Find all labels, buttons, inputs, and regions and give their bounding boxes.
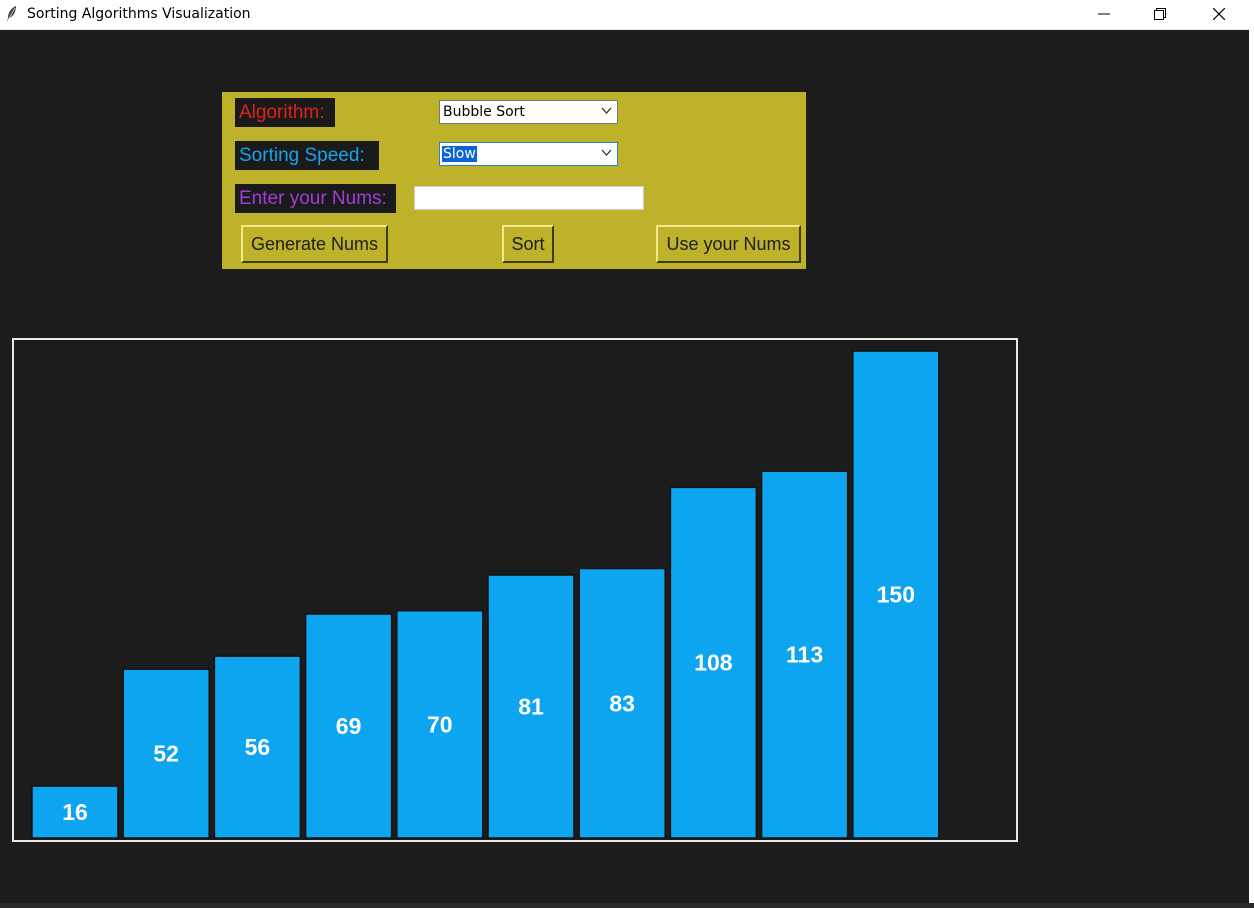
- bar-value-label: 52: [153, 741, 179, 767]
- bar-value-label: 69: [336, 713, 362, 739]
- bar-value-label: 56: [245, 734, 271, 760]
- title-bar: Sorting Algorithms Visualization: [0, 0, 1254, 30]
- enter-nums-label: Enter your Nums:: [235, 184, 396, 213]
- bar-value-label: 70: [427, 711, 453, 737]
- algorithm-select[interactable]: Bubble Sort: [439, 100, 618, 124]
- close-button[interactable]: [1196, 0, 1242, 29]
- bar-value-label: 81: [518, 694, 544, 720]
- window-title: Sorting Algorithms Visualization: [27, 6, 251, 22]
- algorithm-select-value: Bubble Sort: [443, 104, 525, 120]
- sorting-speed-label: Sorting Speed:: [235, 141, 379, 170]
- feather-icon: [5, 5, 19, 23]
- use-your-nums-button[interactable]: Use your Nums: [656, 225, 801, 263]
- sort-button[interactable]: Sort: [502, 225, 554, 263]
- bar-value-label: 16: [62, 799, 88, 825]
- speed-select[interactable]: Slow: [439, 142, 618, 166]
- minimize-button[interactable]: [1081, 0, 1127, 29]
- restore-icon: [1154, 8, 1166, 20]
- restore-button[interactable]: [1137, 0, 1183, 29]
- bar-value-label: 150: [877, 582, 915, 608]
- bar-chart-canvas: 16 52 56 69 70 81 83 108 113 150: [12, 338, 1018, 842]
- control-panel: Algorithm: Bubble Sort Sorting Speed: Sl…: [222, 92, 806, 269]
- window-edge: [1249, 29, 1254, 908]
- speed-select-value: Slow: [442, 146, 477, 162]
- nums-input[interactable]: [414, 186, 644, 210]
- bar-value-label: 83: [609, 690, 635, 716]
- bar-value-label: 113: [786, 642, 823, 668]
- algorithm-label: Algorithm:: [235, 98, 335, 127]
- chevron-down-icon: [601, 149, 612, 156]
- minimize-icon: [1098, 13, 1110, 15]
- bar-value-label: 108: [694, 650, 733, 676]
- generate-nums-button[interactable]: Generate Nums: [241, 225, 388, 263]
- chevron-down-icon: [601, 107, 612, 114]
- taskbar-strip: [0, 903, 1254, 908]
- bar-chart: 16 52 56 69 70 81 83 108 113 150: [31, 350, 940, 839]
- close-icon: [1213, 8, 1225, 20]
